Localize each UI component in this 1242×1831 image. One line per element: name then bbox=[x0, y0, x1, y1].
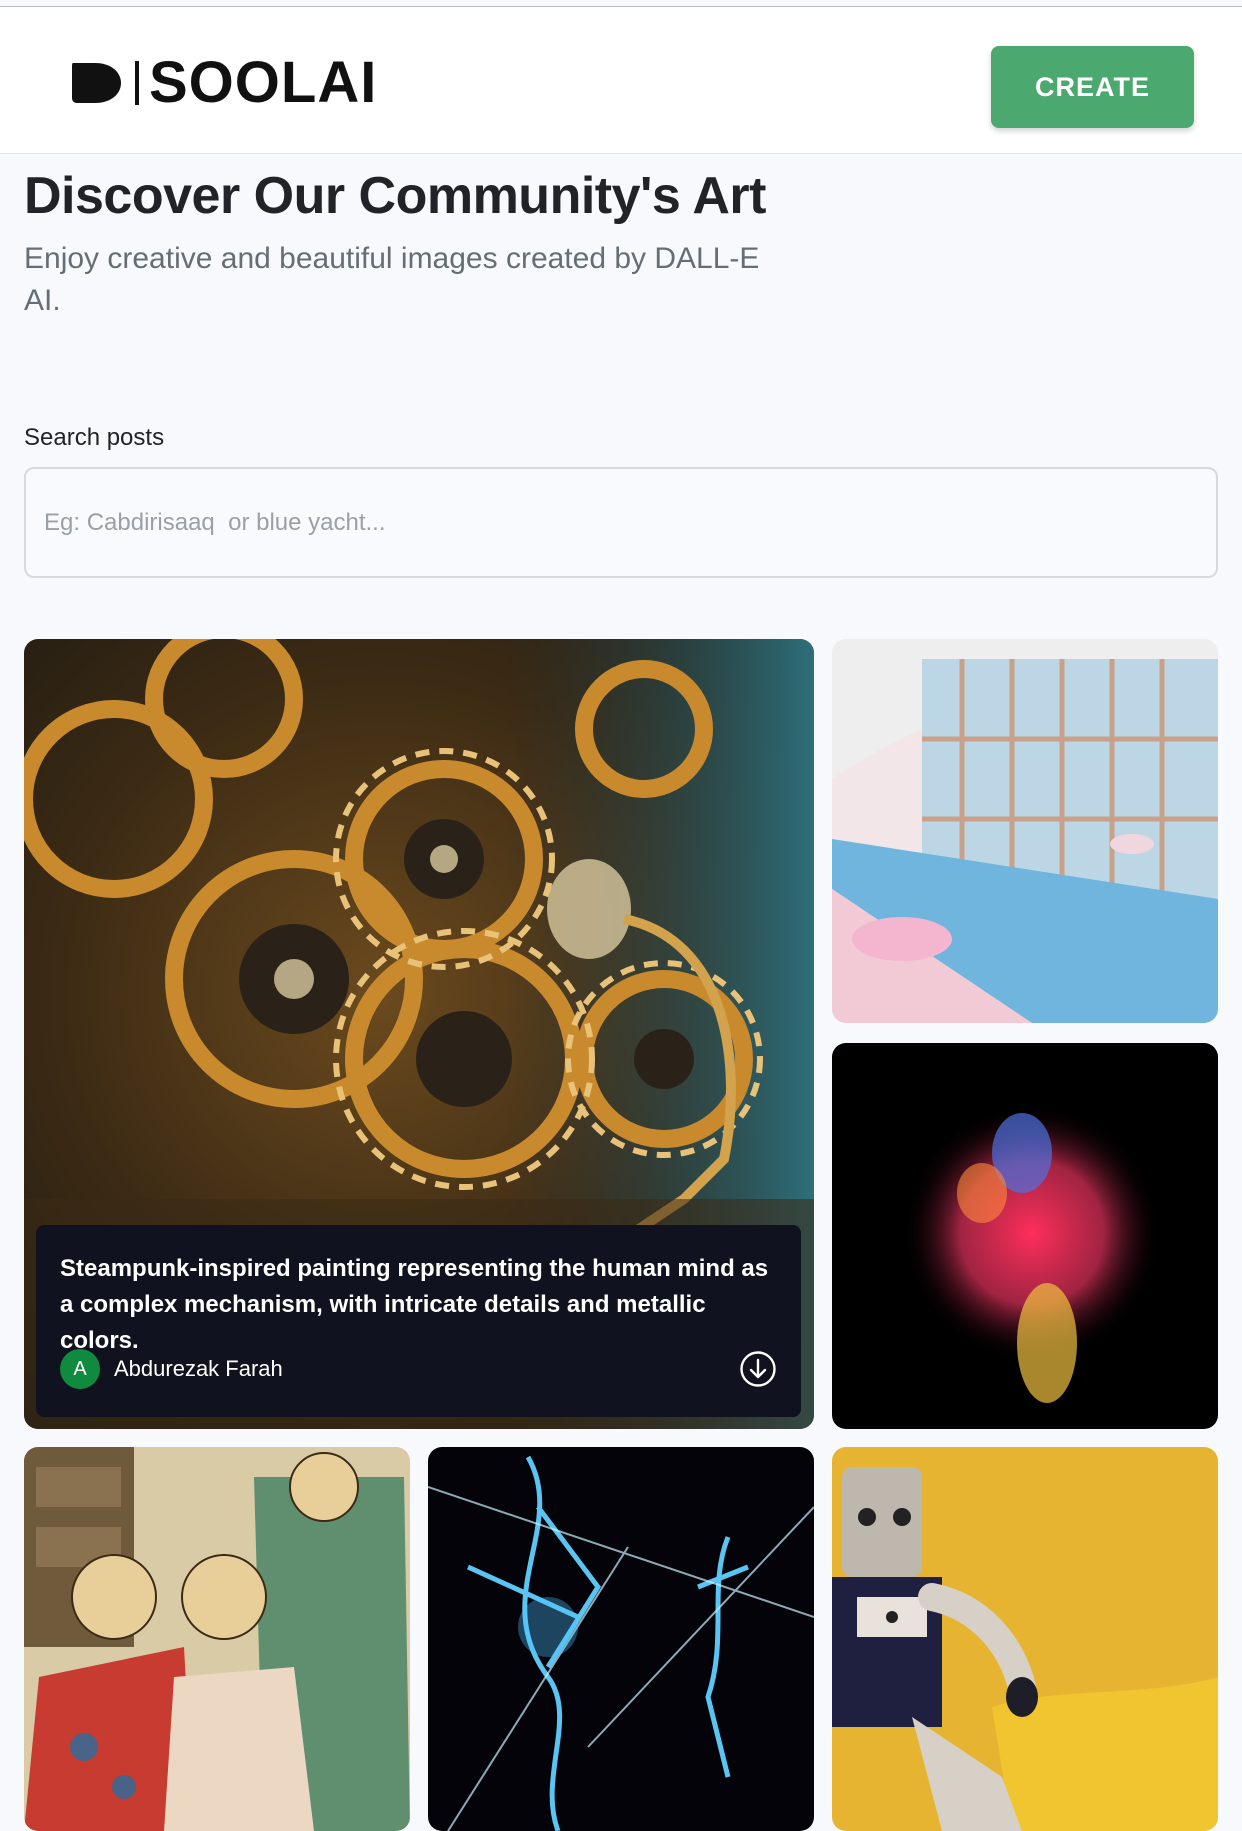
avatar: A bbox=[60, 1349, 100, 1389]
gallery-image bbox=[832, 1447, 1218, 1831]
create-button[interactable]: CREATE bbox=[991, 46, 1194, 128]
gallery-card-featured[interactable]: Steampunk-inspired painting representing… bbox=[24, 639, 814, 1429]
gallery-card[interactable] bbox=[832, 1447, 1218, 1831]
logo-icon bbox=[72, 63, 121, 103]
logo-text: SOOLAI bbox=[149, 50, 378, 115]
logo[interactable]: SOOLAI bbox=[69, 50, 378, 115]
gallery-card[interactable] bbox=[24, 1447, 410, 1831]
gallery-card[interactable] bbox=[832, 1043, 1218, 1429]
search-input[interactable] bbox=[24, 467, 1218, 578]
gallery-image bbox=[428, 1447, 814, 1831]
gallery-card[interactable] bbox=[428, 1447, 814, 1831]
logo-divider bbox=[135, 61, 139, 105]
search-label: Search posts bbox=[24, 424, 165, 451]
image-caption: Steampunk-inspired painting representing… bbox=[36, 1225, 801, 1417]
gallery-image bbox=[832, 1043, 1218, 1429]
gallery-image bbox=[832, 639, 1218, 1023]
page-subtitle: Enjoy creative and beautiful images crea… bbox=[24, 242, 760, 317]
download-icon[interactable] bbox=[739, 1350, 777, 1388]
caption-footer: A Abdurezak Farah bbox=[60, 1349, 777, 1389]
caption-prompt: Steampunk-inspired painting representing… bbox=[60, 1255, 769, 1354]
page-title: Discover Our Community's Art bbox=[24, 167, 766, 225]
gallery-image bbox=[24, 1447, 410, 1831]
gallery-card[interactable] bbox=[832, 639, 1218, 1023]
app-header: SOOLAI CREATE bbox=[0, 7, 1242, 154]
author-name: Abdurezak Farah bbox=[114, 1356, 283, 1381]
